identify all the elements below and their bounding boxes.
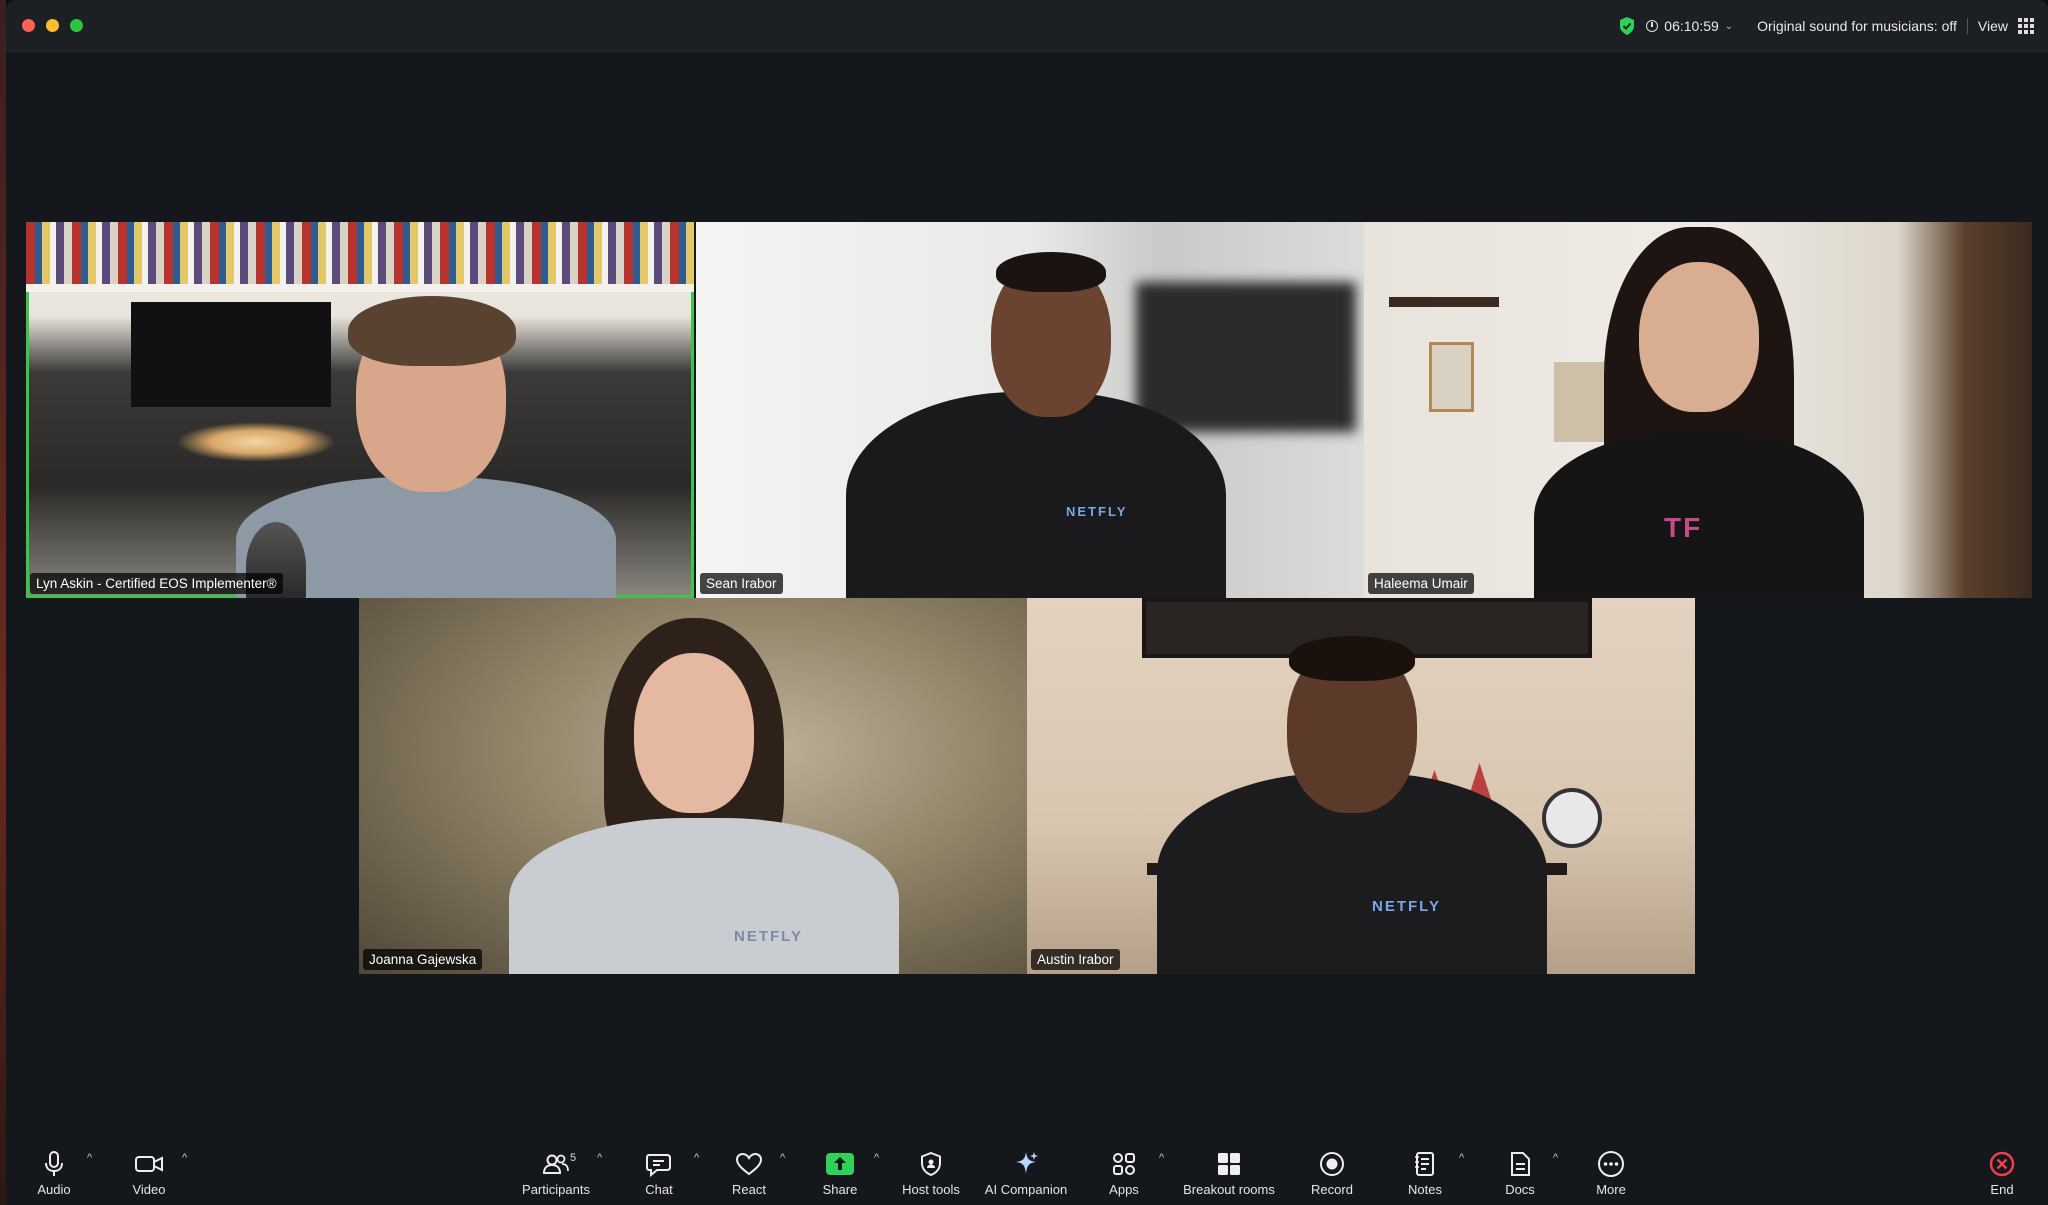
record-icon	[1320, 1152, 1344, 1176]
video-tile-austin-irabor[interactable]: NETFLY Austin Irabor	[1027, 598, 1695, 974]
ai-sparkle-icon	[1016, 1152, 1038, 1174]
timer-value: 06:10:59	[1664, 18, 1719, 34]
hoodie-logo: NETFLY	[1372, 898, 1441, 915]
host-tools-label: Host tools	[902, 1182, 960, 1197]
apps-label: Apps	[1109, 1182, 1139, 1197]
meeting-toolbar: Audio ^ Video ^ 5 Participants ^ Chat ^ …	[6, 1138, 2048, 1205]
notes-icon	[1415, 1152, 1434, 1176]
document-icon	[1511, 1152, 1530, 1176]
notes-options-caret[interactable]: ^	[1459, 1152, 1464, 1164]
desk-lamp-glow	[176, 422, 336, 462]
title-bar-controls: 06:10:59 ⌄ Original sound for musicians:…	[1618, 14, 2034, 38]
ai-companion-label: AI Companion	[984, 1182, 1068, 1197]
end-label: End	[1990, 1182, 2014, 1197]
breakout-rooms-button[interactable]: Breakout rooms	[1174, 1148, 1284, 1197]
more-button[interactable]: More	[1556, 1148, 1666, 1197]
end-meeting-button[interactable]: End	[1967, 1148, 2037, 1197]
host-tools-button[interactable]: Host tools	[876, 1148, 986, 1197]
minimize-window-button[interactable]	[46, 19, 59, 32]
meeting-timer[interactable]: 06:10:59 ⌄	[1646, 18, 1733, 34]
notes-label: Notes	[1408, 1182, 1442, 1197]
video-button[interactable]: Video	[94, 1148, 204, 1197]
wall-shelf	[1389, 297, 1499, 307]
participants-button[interactable]: 5 Participants	[501, 1148, 611, 1197]
chevron-down-icon: ⌄	[1724, 20, 1734, 32]
share-label: Share	[822, 1182, 858, 1197]
title-bar: 06:10:59 ⌄ Original sound for musicians:…	[6, 0, 2048, 52]
participant-count: 5	[570, 1152, 577, 1164]
react-label: React	[732, 1182, 766, 1197]
audio-options-caret[interactable]: ^	[87, 1152, 92, 1164]
maximize-window-button[interactable]	[70, 19, 83, 32]
participants-options-caret[interactable]: ^	[597, 1152, 602, 1164]
host-shield-icon	[921, 1151, 941, 1177]
participant-name-label: Austin Irabor	[1031, 949, 1120, 970]
more-label: More	[1596, 1182, 1626, 1197]
camera-blurred-background	[1136, 282, 1356, 432]
participant-name-label: Joanna Gajewska	[363, 949, 483, 970]
microphone-icon	[45, 1151, 63, 1176]
video-options-caret[interactable]: ^	[182, 1152, 187, 1164]
original-sound-toggle[interactable]: Original sound for musicians: off	[1757, 18, 1957, 34]
view-label[interactable]: View	[1978, 18, 2008, 34]
participants-icon	[542, 1154, 569, 1174]
award-round-plaque	[1542, 788, 1602, 848]
video-tile-sean-irabor[interactable]: NETFLY Sean Irabor	[696, 222, 1364, 598]
participant-name-label: Haleema Umair	[1368, 573, 1474, 594]
apps-options-caret[interactable]: ^	[1159, 1152, 1164, 1164]
monitor-background	[131, 302, 331, 407]
ai-companion-button[interactable]: AI Companion	[971, 1148, 1081, 1197]
more-dots-icon	[1598, 1151, 1624, 1177]
shirt-logo-partial: TF	[1664, 512, 1703, 543]
chat-label: Chat	[645, 1182, 673, 1197]
encryption-shield-icon[interactable]	[1618, 16, 1636, 36]
sweatshirt-logo: NETFLY	[734, 928, 803, 945]
zoom-meeting-window: 06:10:59 ⌄ Original sound for musicians:…	[6, 0, 2048, 1205]
share-arrow-icon	[826, 1153, 854, 1175]
chat-bubble-icon	[646, 1154, 671, 1177]
bookshelf-background	[26, 222, 694, 287]
video-tile-haleema-umair[interactable]: TF Haleema Umair	[1364, 222, 2032, 598]
docs-label: Docs	[1505, 1182, 1535, 1197]
divider	[1966, 18, 1968, 34]
end-close-icon	[1989, 1151, 2015, 1177]
video-tile-joanna-gajewska[interactable]: NETFLY Joanna Gajewska	[359, 598, 1027, 974]
breakout-rooms-label: Breakout rooms	[1183, 1182, 1275, 1197]
participants-label: Participants	[522, 1182, 590, 1197]
wall-frame	[1429, 342, 1474, 412]
participant-name-label: Lyn Askin - Certified EOS Implementer®	[30, 573, 283, 594]
video-label: Video	[132, 1182, 166, 1197]
video-tile-lyn-askin[interactable]: Lyn Askin - Certified EOS Implementer®	[26, 222, 694, 598]
shirt-logo: NETFLY	[1066, 504, 1128, 519]
close-window-button[interactable]	[22, 19, 35, 32]
clock-icon	[1646, 20, 1659, 32]
video-camera-icon	[135, 1156, 163, 1172]
gallery-view-icon[interactable]	[2018, 18, 2034, 34]
breakout-rooms-icon	[1218, 1153, 1240, 1175]
record-label: Record	[1311, 1182, 1353, 1197]
shelf-board	[26, 284, 694, 292]
heart-icon	[735, 1152, 763, 1176]
apps-icon	[1113, 1153, 1135, 1175]
audio-label: Audio	[37, 1182, 71, 1197]
participant-name-label: Sean Irabor	[700, 573, 783, 594]
